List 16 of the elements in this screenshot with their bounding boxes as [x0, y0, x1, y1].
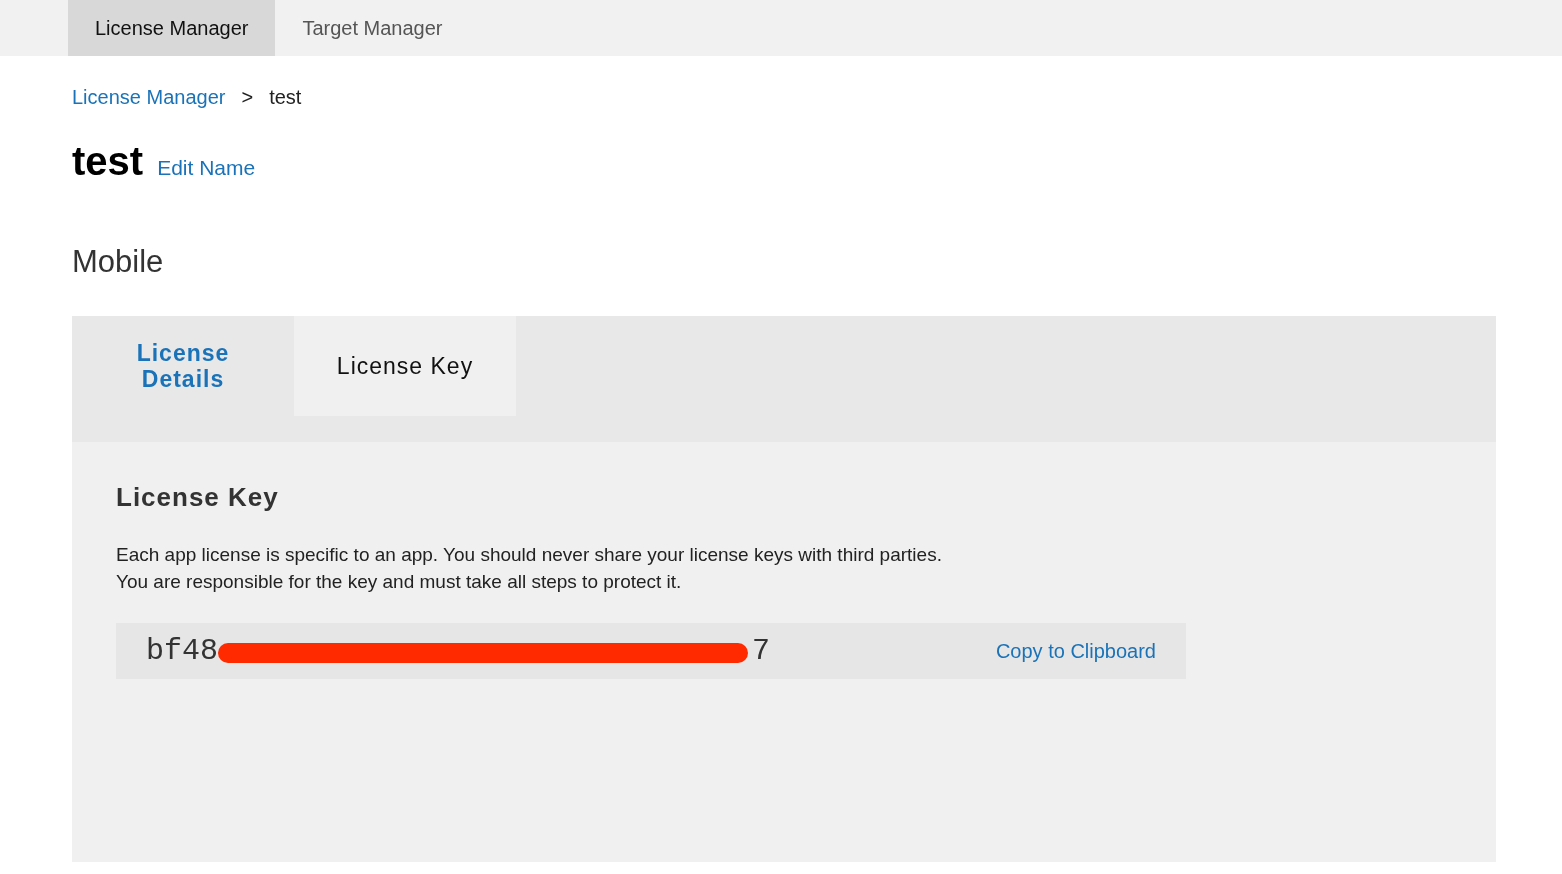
top-tab[interactable]: Target Manager [275, 0, 470, 56]
copy-link[interactable]: Copy to Clipboard [995, 639, 1156, 663]
license-key-text: bf48 [146, 634, 218, 668]
description-text: You are responsible for the key and must take all steps to protect it. [116, 570, 683, 594]
breadcrumb-current: test [269, 86, 302, 109]
panel-heading: License Key [116, 482, 280, 513]
panel-tab[interactable]: License Key [294, 316, 516, 416]
breadcrumb-separator: > [241, 86, 254, 109]
edit-name-link[interactable]: Edit Name [157, 156, 256, 180]
page-title: test [72, 139, 144, 184]
breadcrumb-link[interactable]: License Manager [72, 86, 226, 109]
license-key-text: 7 [752, 634, 771, 668]
description-text: Each app license is specific to an app. You should never share your license keys with third parties. [116, 543, 943, 567]
top-tab[interactable]: License Manager [68, 0, 276, 56]
section-title: Mobile [72, 244, 165, 280]
panel-tab[interactable]: License Details [72, 316, 294, 416]
